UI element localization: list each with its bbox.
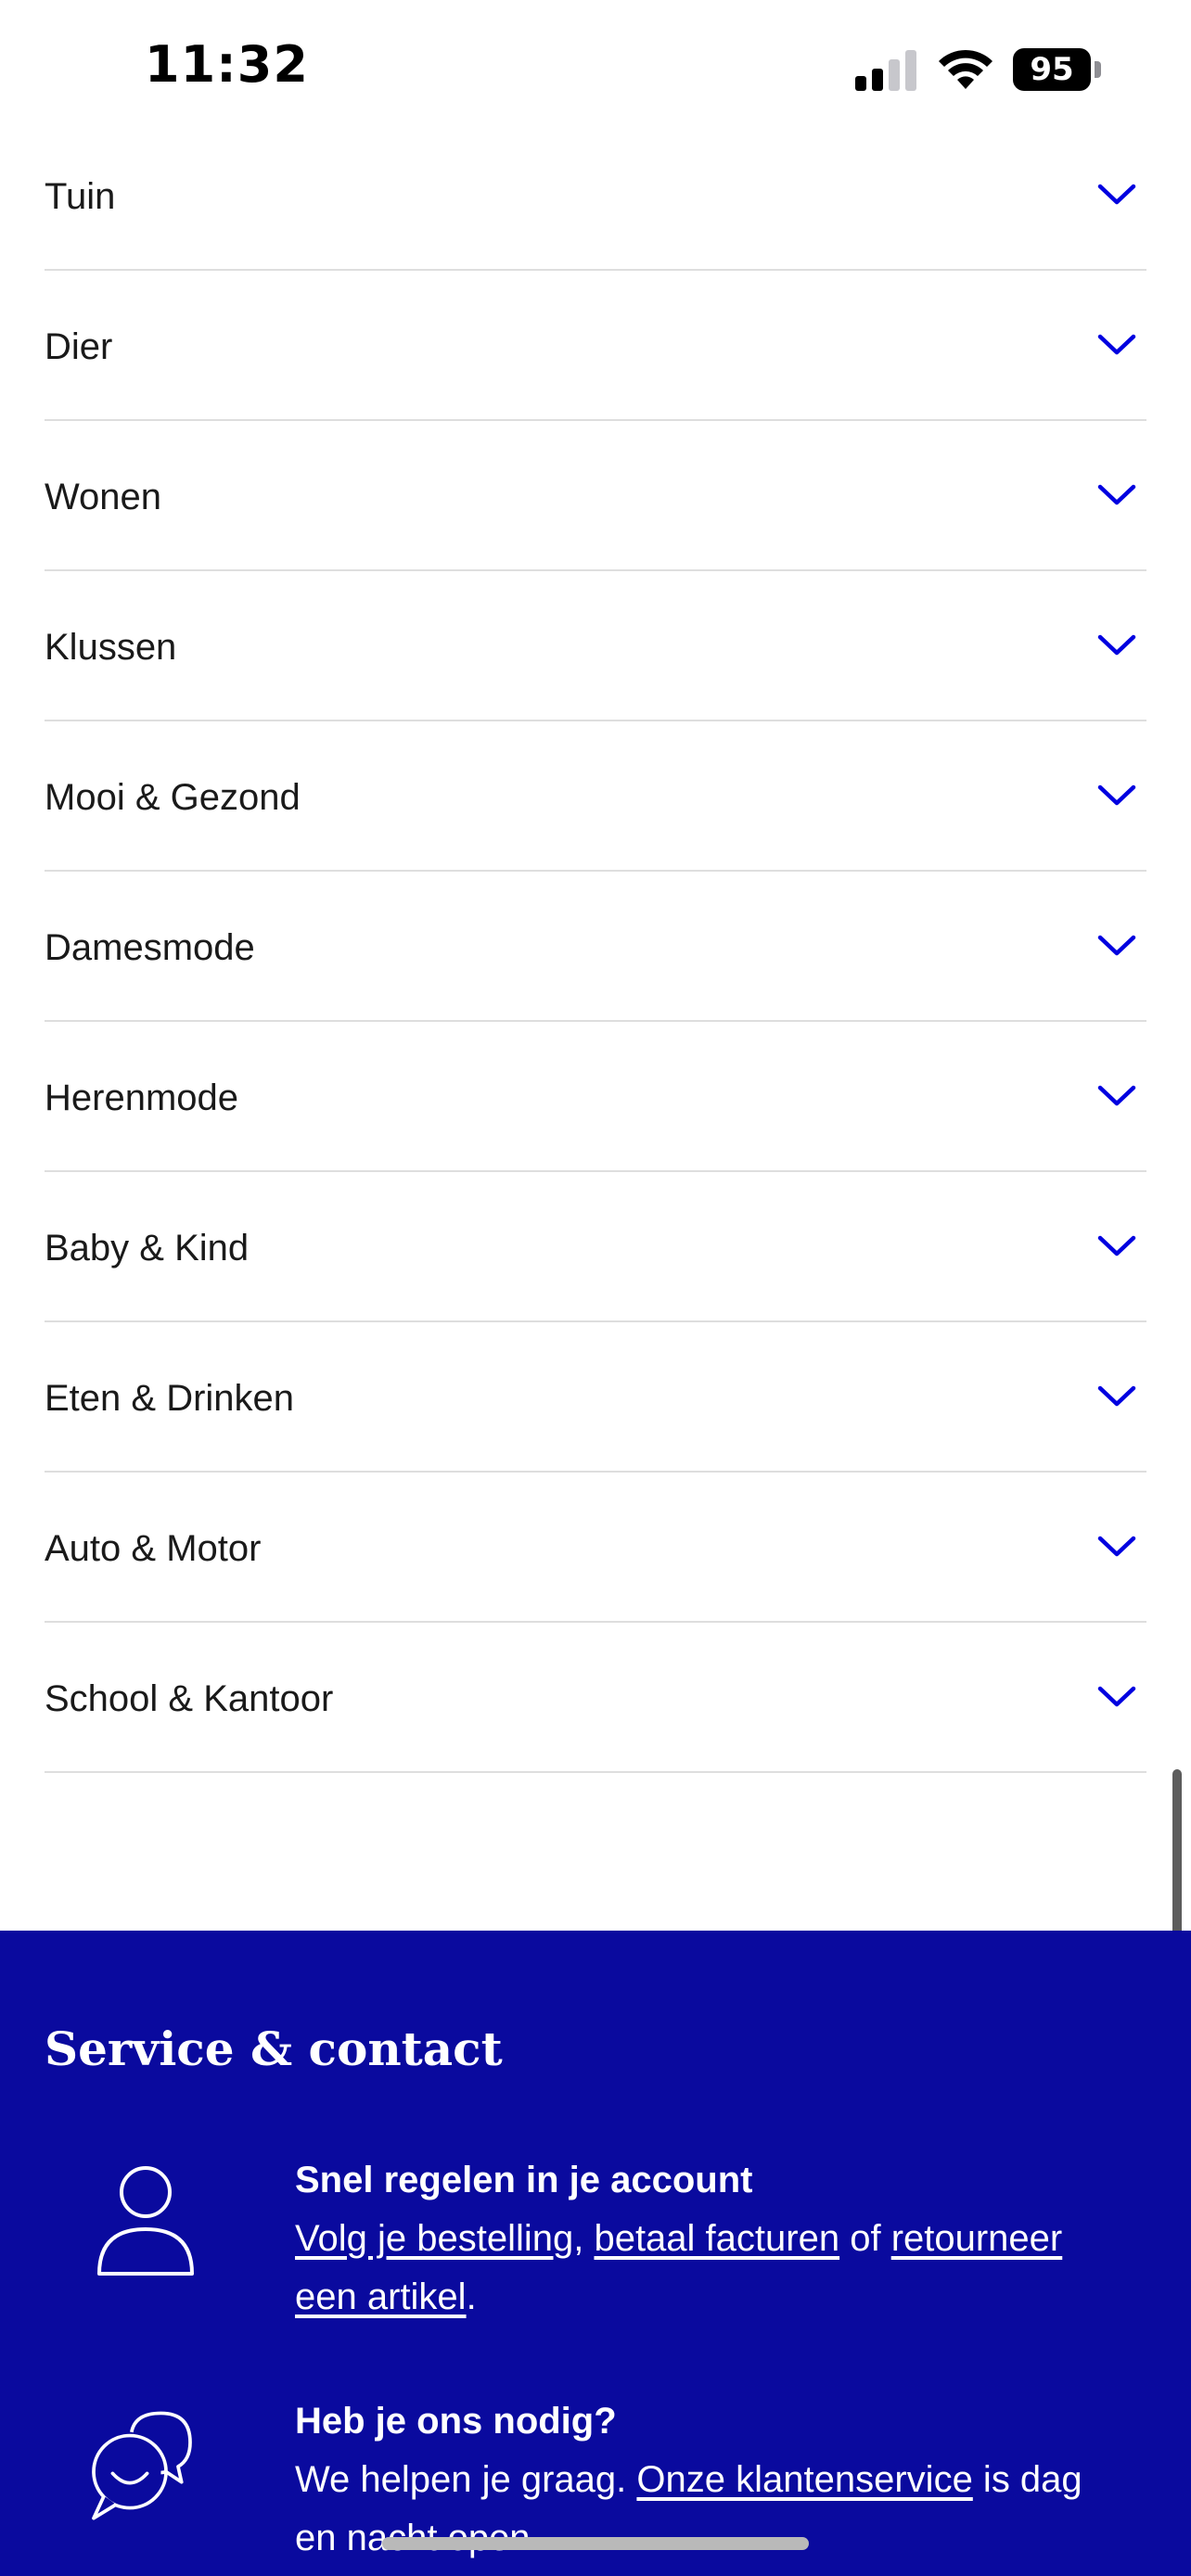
chevron-down-icon <box>1097 1536 1136 1557</box>
category-row-mooi-gezond[interactable]: Mooi & Gezond <box>45 721 1146 872</box>
category-label: Damesmode <box>45 926 255 968</box>
pay-invoices-link[interactable]: betaal facturen <box>594 2218 839 2259</box>
category-label: Auto & Motor <box>45 1527 262 1569</box>
service-title: Service & contact <box>45 2021 503 2076</box>
category-row-eten-drinken[interactable]: Eten & Drinken <box>45 1322 1146 1473</box>
chevron-down-icon <box>1097 334 1136 355</box>
status-bar: 11:32 95 <box>0 0 1191 139</box>
category-label: Tuin <box>45 175 116 217</box>
status-time: 11:32 <box>145 35 309 94</box>
category-row-school-kantoor[interactable]: School & Kantoor <box>45 1623 1146 1773</box>
home-indicator[interactable] <box>382 2537 809 2550</box>
category-label: School & Kantoor <box>45 1677 334 1719</box>
category-row-dier[interactable]: Dier <box>45 271 1146 421</box>
track-order-link[interactable]: Volg je bestelling <box>295 2218 573 2259</box>
help-description: We helpen je graag. Onze klantenservice … <box>295 2451 1111 2568</box>
category-label: Wonen <box>45 476 162 517</box>
chevron-down-icon <box>1097 634 1136 656</box>
category-label: Dier <box>45 325 113 367</box>
category-row-klussen[interactable]: Klussen <box>45 571 1146 721</box>
chevron-down-icon <box>1097 784 1136 806</box>
category-label: Eten & Drinken <box>45 1377 295 1419</box>
battery-cap <box>1095 61 1101 78</box>
chevron-down-icon <box>1097 1686 1136 1707</box>
category-row-auto-motor[interactable]: Auto & Motor <box>45 1473 1146 1623</box>
account-description: Volg je bestelling, betaal facturen of r… <box>295 2210 1111 2327</box>
category-row-wonen[interactable]: Wonen <box>45 421 1146 571</box>
chevron-down-icon <box>1097 184 1136 205</box>
chevron-down-icon <box>1097 1085 1136 1106</box>
category-row-herenmode[interactable]: Herenmode <box>45 1022 1146 1172</box>
page: 11:32 95 Tuin Dier Wonen Klussen Mooi & … <box>0 0 1191 2576</box>
battery-icon: 95 <box>1013 48 1102 91</box>
help-text-before: We helpen je graag. <box>295 2459 637 2500</box>
separator-text: , <box>573 2218 595 2259</box>
cellular-signal-icon <box>855 50 916 91</box>
category-row-damesmode[interactable]: Damesmode <box>45 872 1146 1022</box>
category-label: Herenmode <box>45 1077 239 1118</box>
account-service-text: Snel regelen in je account Volg je beste… <box>295 2151 1111 2327</box>
category-label: Baby & Kind <box>45 1227 250 1269</box>
chevron-down-icon <box>1097 484 1136 505</box>
category-row-baby-kind[interactable]: Baby & Kind <box>45 1172 1146 1322</box>
user-icon <box>97 2166 194 2276</box>
chat-bubbles-icon <box>92 2411 192 2520</box>
account-heading: Snel regelen in je account <box>295 2160 753 2200</box>
battery-level: 95 <box>1013 48 1091 91</box>
chevron-down-icon <box>1097 1385 1136 1407</box>
wifi-icon <box>939 49 992 89</box>
chevron-down-icon <box>1097 1235 1136 1256</box>
category-label: Klussen <box>45 626 177 668</box>
help-heading: Heb je ons nodig? <box>295 2401 617 2442</box>
category-list: Tuin Dier Wonen Klussen Mooi & Gezond Da… <box>45 121 1146 1773</box>
chevron-down-icon <box>1097 935 1136 956</box>
customer-service-link[interactable]: Onze klantenservice <box>636 2459 972 2500</box>
category-row-tuin[interactable]: Tuin <box>45 121 1146 271</box>
category-label: Mooi & Gezond <box>45 776 301 818</box>
or-text: of <box>839 2218 891 2259</box>
service-contact-section: Service & contact Snel regelen in je acc… <box>0 1931 1191 2576</box>
end-text: . <box>466 2276 477 2317</box>
